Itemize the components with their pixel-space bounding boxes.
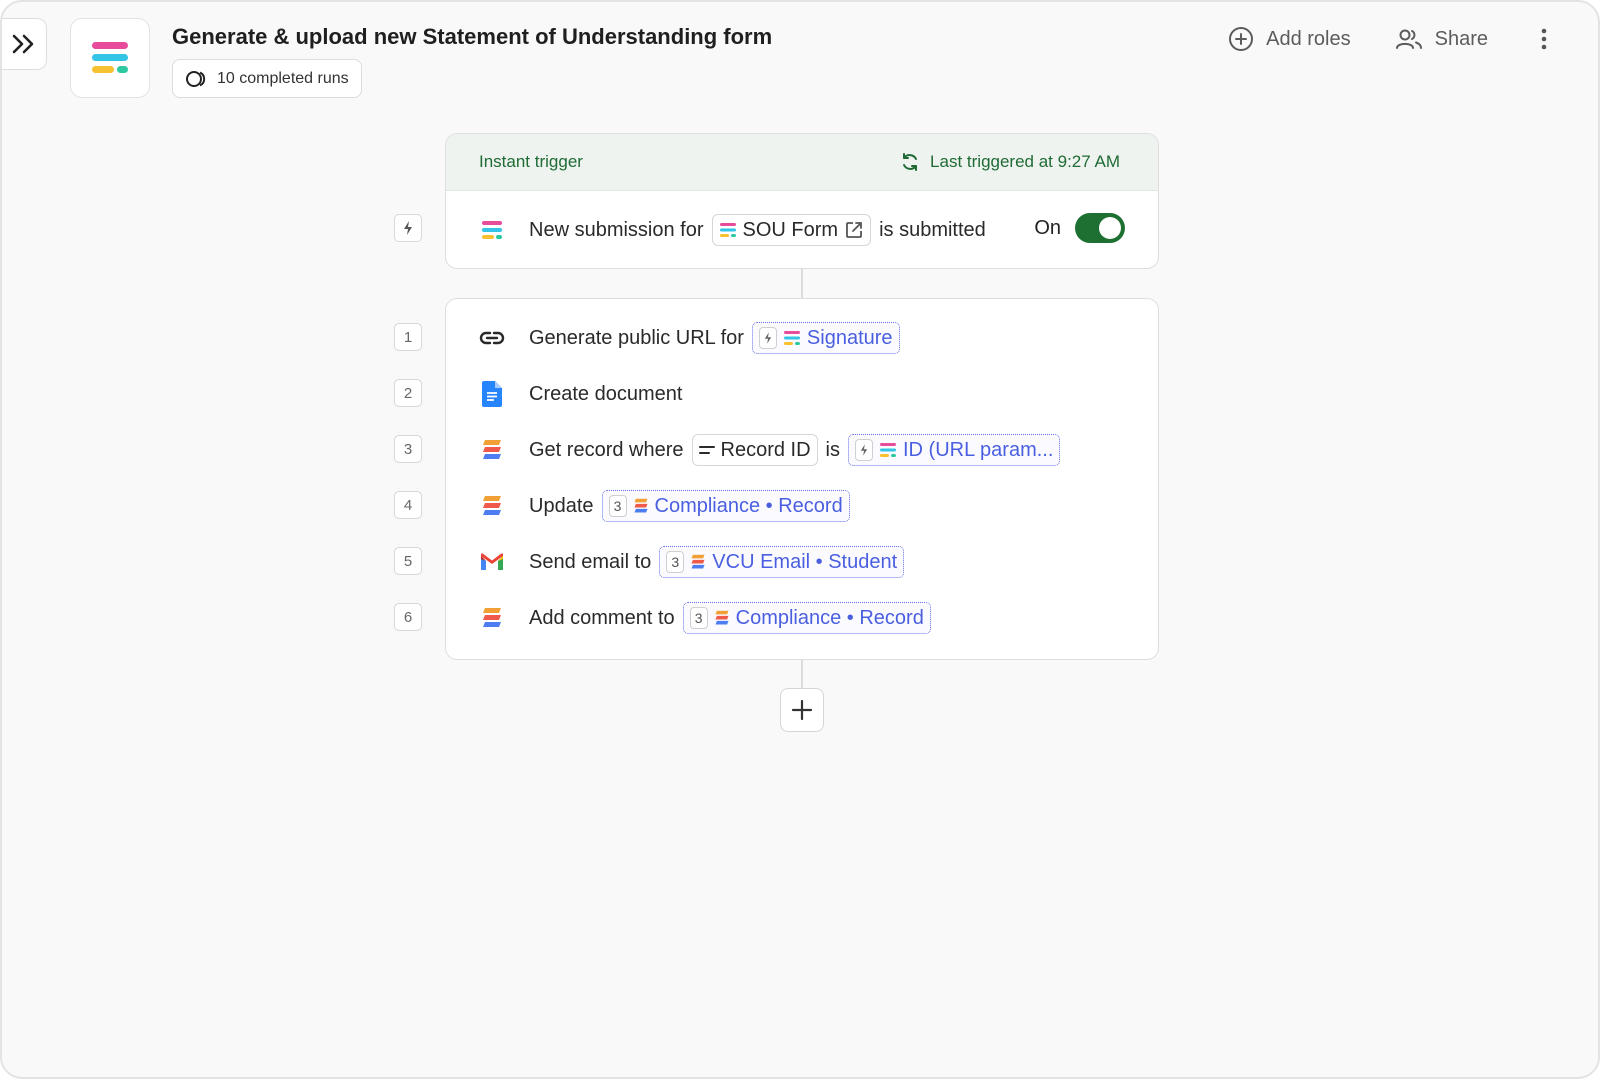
- step-2-row[interactable]: Create document: [479, 374, 682, 414]
- stack-icon: [479, 605, 505, 631]
- forms-app-icon: [783, 331, 800, 345]
- step-number-4: 4: [394, 491, 422, 519]
- trigger-row[interactable]: New submission for SOU Form is submitted: [446, 191, 1158, 268]
- step-3-row[interactable]: Get record where Record ID is ID (URL pa…: [479, 430, 1061, 470]
- trigger-ref-marker: [758, 327, 777, 349]
- trigger-enabled-toggle[interactable]: [1075, 213, 1125, 243]
- trigger-description: New submission for SOU Form is submitted: [529, 214, 986, 246]
- signature-variable-label: Signature: [806, 326, 893, 349]
- forms-app-logo-icon: [92, 42, 128, 73]
- last-triggered-status: Last triggered at 9:27 AM: [900, 152, 1120, 172]
- more-vertical-icon: [1541, 28, 1547, 50]
- compliance-record-variable-chip[interactable]: 3 Compliance • Record: [601, 490, 850, 522]
- forms-app-icon: [719, 223, 736, 237]
- compliance-record-label: Compliance • Record: [654, 494, 843, 517]
- step-number-5: 5: [394, 547, 422, 575]
- double-chevron-right-icon: [12, 34, 34, 54]
- id-url-param-variable-chip[interactable]: ID (URL param...: [848, 434, 1061, 466]
- plus-icon: [791, 699, 813, 721]
- compliance-record-label: Compliance • Record: [735, 606, 924, 629]
- step-3-middle: is: [825, 438, 840, 461]
- step-5-description: Send email to 3 VCU Email • Student: [529, 546, 905, 578]
- step-ref-marker: 3: [608, 495, 627, 517]
- trigger-step-marker: [394, 214, 422, 242]
- lightning-icon: [764, 332, 772, 344]
- trigger-ref-marker: [855, 439, 873, 461]
- stack-icon: [691, 554, 705, 569]
- vcu-email-student-label: VCU Email • Student: [712, 550, 898, 573]
- completed-runs-badge[interactable]: 10 completed runs: [172, 59, 362, 98]
- more-options-button[interactable]: [1532, 24, 1556, 54]
- lightning-icon: [404, 221, 412, 235]
- id-url-param-label: ID (URL param...: [903, 438, 1054, 461]
- share-button[interactable]: Share: [1395, 27, 1488, 51]
- link-icon: [479, 325, 505, 351]
- trigger-card[interactable]: Instant trigger Last triggered at 9:27 A…: [445, 133, 1159, 269]
- step-number-6: 6: [394, 603, 422, 631]
- expand-sidebar-button[interactable]: [2, 18, 47, 70]
- trigger-text-after: is submitted: [879, 218, 986, 241]
- completed-runs-label: 10 completed runs: [217, 69, 349, 87]
- add-roles-button[interactable]: Add roles: [1228, 26, 1351, 52]
- refresh-icon: [903, 153, 918, 171]
- signature-variable-chip[interactable]: Signature: [751, 322, 900, 354]
- plus-circle-icon: [1229, 27, 1254, 51]
- sou-form-label: SOU Form: [742, 218, 839, 241]
- stack-icon: [479, 493, 505, 519]
- trigger-header: Instant trigger Last triggered at 9:27 A…: [446, 134, 1158, 191]
- runs-icon: [186, 70, 206, 87]
- add-step-button[interactable]: [780, 688, 824, 732]
- workflow-title: Generate & upload new Statement of Under…: [172, 24, 773, 49]
- stack-icon: [715, 610, 729, 625]
- text-field-icon: [698, 446, 715, 454]
- step-2-description: Create document: [529, 383, 682, 406]
- step-number-3: 3: [394, 435, 422, 463]
- step-5-prefix: Send email to: [529, 550, 652, 573]
- lightning-icon: [860, 444, 868, 456]
- trigger-type-label: Instant trigger: [479, 152, 583, 171]
- vcu-email-student-variable-chip[interactable]: 3 VCU Email • Student: [659, 546, 905, 578]
- step-4-prefix: Update: [529, 494, 594, 517]
- step-1-prefix: Generate public URL for: [529, 326, 744, 349]
- record-id-label: Record ID: [720, 438, 811, 461]
- step-3-description: Get record where Record ID is ID (URL pa…: [529, 434, 1061, 466]
- step-ref-marker: 3: [689, 607, 708, 629]
- trigger-toggle-group: On: [1034, 213, 1125, 243]
- add-roles-label: Add roles: [1266, 27, 1351, 50]
- header-actions: Add roles Share: [1228, 24, 1556, 54]
- step-3-prefix: Get record where: [529, 438, 684, 461]
- forms-app-icon: [479, 217, 505, 243]
- app-window: Generate & upload new Statement of Under…: [0, 0, 1600, 1079]
- step-1-description: Generate public URL for Signature: [529, 322, 900, 354]
- compliance-record-variable-chip[interactable]: 3 Compliance • Record: [682, 602, 931, 634]
- step-5-row[interactable]: Send email to 3 VCU Email • Student: [479, 542, 905, 582]
- step-6-row[interactable]: Add comment to 3 Compliance • Record: [479, 598, 931, 638]
- step-ref-marker: 3: [666, 551, 685, 573]
- gmail-icon: [479, 549, 505, 575]
- record-id-field-chip[interactable]: Record ID: [691, 434, 818, 466]
- forms-app-icon: [880, 443, 896, 457]
- last-triggered-label: Last triggered at 9:27 AM: [930, 152, 1120, 171]
- step-number-1: 1: [394, 323, 422, 351]
- step-1-row[interactable]: Generate public URL for Signature: [479, 318, 900, 358]
- step-6-prefix: Add comment to: [529, 606, 675, 629]
- external-link-icon: [846, 222, 862, 238]
- trigger-text-before: New submission for: [529, 218, 704, 241]
- stack-icon: [633, 498, 648, 513]
- stack-icon: [479, 437, 505, 463]
- step-2-prefix: Create document: [529, 382, 683, 405]
- steps-card: Generate public URL for Signature Create…: [445, 298, 1159, 660]
- step-4-row[interactable]: Update 3 Compliance • Record: [479, 486, 850, 526]
- toggle-label: On: [1034, 216, 1061, 239]
- workflow-app-icon: [70, 18, 150, 98]
- share-label: Share: [1434, 27, 1488, 50]
- flow-connector: [801, 269, 803, 298]
- google-docs-icon: [479, 381, 505, 407]
- flow-connector: [801, 660, 803, 688]
- step-6-description: Add comment to 3 Compliance • Record: [529, 602, 931, 634]
- sou-form-chip[interactable]: SOU Form: [711, 214, 872, 246]
- users-icon: [1395, 29, 1422, 49]
- step-4-description: Update 3 Compliance • Record: [529, 490, 850, 522]
- step-number-2: 2: [394, 379, 422, 407]
